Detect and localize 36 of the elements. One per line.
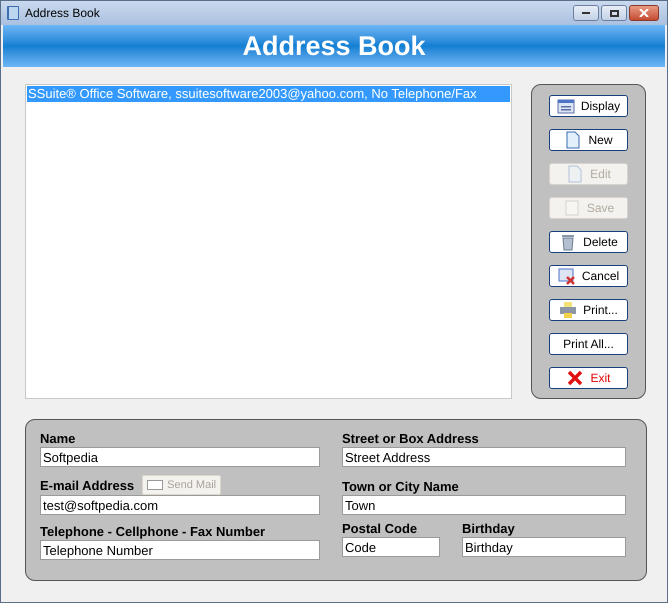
text-field[interactable]: Code [342, 537, 440, 557]
printer-icon [559, 301, 578, 319]
close-button[interactable] [629, 5, 659, 21]
text-field[interactable]: test@softpedia.com [40, 495, 320, 515]
text-field[interactable]: Town [342, 495, 626, 515]
window-title: Address Book [25, 5, 100, 22]
text-field[interactable]: Street Address [342, 447, 626, 467]
action-button[interactable]: Delete [549, 231, 628, 253]
field-label: E-mail Address [40, 476, 134, 494]
text-field[interactable]: Softpedia [40, 447, 320, 467]
field-label: Street or Box Address [342, 430, 480, 447]
text-field[interactable]: Telephone Number [40, 540, 320, 560]
close-icon [639, 9, 649, 17]
field-label: Postal Code [342, 520, 418, 537]
maximize-button[interactable] [601, 5, 627, 21]
action-button[interactable]: New [549, 129, 628, 151]
action-button[interactable]: Print All... [549, 333, 628, 355]
window-cancel-icon [558, 267, 576, 285]
action-button[interactable]: Print... [549, 299, 628, 321]
field-label: Name [40, 430, 76, 447]
minimize-button[interactable] [573, 5, 599, 21]
field-label: Telephone - Cellphone - Fax Number [40, 523, 266, 540]
text-field[interactable]: Birthday [462, 537, 626, 557]
action-button[interactable]: Display [549, 95, 628, 117]
app-title: Address Book [242, 30, 426, 63]
action-button[interactable]: Cancel [549, 265, 628, 287]
document-icon [562, 199, 581, 217]
action-button[interactable]: Exit [549, 367, 628, 389]
envelope-icon [147, 480, 164, 490]
document-icon [564, 131, 582, 149]
close-icon [566, 369, 584, 387]
book-icon [5, 5, 21, 21]
field-label: Birthday [462, 520, 516, 537]
document-icon [566, 165, 584, 183]
calendar-icon [556, 97, 575, 115]
field-label: Town or City Name [342, 478, 460, 495]
